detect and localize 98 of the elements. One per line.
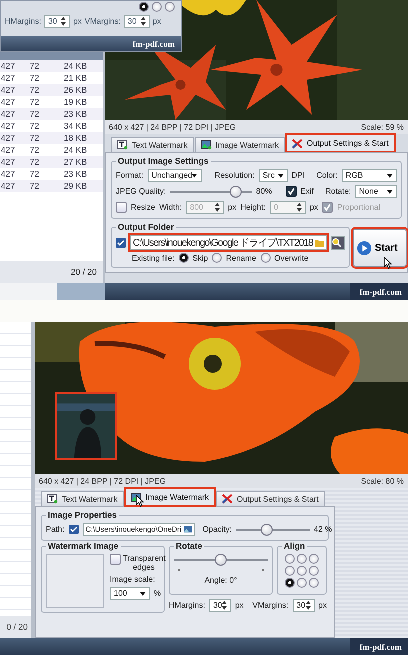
table-cell-text: 34 KB — [64, 121, 88, 131]
table-cell-text: 19 KB — [64, 97, 88, 107]
table-cell-text: 72 — [30, 133, 40, 143]
margin-field[interactable]: 30 — [292, 599, 315, 612]
start-button[interactable]: Start — [353, 229, 407, 267]
field-label: Opacity: — [202, 525, 232, 534]
field-label: Path: — [46, 525, 65, 534]
brand-label: fm-pdf.com — [350, 283, 408, 300]
tab[interactable]: Text Watermark — [111, 137, 194, 152]
table-cell-text: 72 — [30, 181, 40, 191]
table-cell-text: 427 — [1, 169, 16, 179]
table-cell-text: 24 KB — [64, 145, 88, 155]
tab[interactable]: Text Watermark — [41, 491, 124, 506]
group-title: Rotate — [174, 541, 204, 551]
tab[interactable]: Output Settings & Start — [286, 134, 395, 152]
unit-label: px — [318, 601, 327, 610]
table-cell-text: 427 — [1, 145, 16, 155]
table-cell-text: 72 — [30, 73, 40, 83]
folder-path-field[interactable]: C:\Users\inouekengo\Google ドライブ\TXT2018 — [130, 235, 327, 250]
margin-field[interactable]: 30 — [124, 15, 150, 28]
group-title: Watermark Image — [46, 541, 121, 551]
field-label: Resolution: — [214, 171, 255, 180]
slider-value: 80% — [256, 187, 272, 196]
table-cell-text: 427 — [1, 109, 16, 119]
image-info: 640 x 427 | 24 BPP | 72 DPI | JPEG — [39, 476, 166, 486]
slider-value: 42 % — [314, 525, 332, 534]
field-label: Existing file: — [132, 254, 175, 262]
table-cell-text: 72 — [30, 169, 40, 179]
table-cell-text: 427 — [1, 85, 16, 95]
zoom-scale: Scale: 80 % — [361, 476, 404, 486]
brand-label: fm-pdf.com — [350, 638, 408, 655]
format-dropdown[interactable]: Unchanged — [148, 169, 202, 182]
page-count: 20 / 20 — [71, 267, 97, 277]
table-cell-text: 427 — [1, 181, 16, 191]
radio-label: Skip — [192, 254, 208, 262]
field-label: Color: — [316, 171, 338, 180]
unit-label: % — [154, 589, 162, 598]
field-label: HMargins: — [169, 601, 206, 610]
unit-label: px — [152, 17, 162, 26]
zoom-scale: Scale: 59 % — [361, 122, 404, 132]
table-cell-text: 427 — [1, 73, 16, 83]
field-label: VMargins: — [84, 17, 121, 26]
group-title: Align — [282, 541, 308, 551]
image-info: 640 x 427 | 24 BPP | 72 DPI | JPEG — [109, 122, 236, 132]
table-cell-text: 23 KB — [64, 109, 88, 119]
checkbox-label: Resize — [131, 203, 156, 212]
field-label: HMargins: — [5, 17, 42, 26]
angle-label: Angle: 0° — [204, 576, 238, 585]
table-cell-text: 23 KB — [64, 169, 88, 179]
unit-label: px — [235, 601, 244, 610]
field-label: DPI — [292, 171, 306, 180]
group-title: Image Properties — [46, 510, 119, 520]
margin-field[interactable]: 30 — [209, 599, 232, 612]
table-cell-text: 427 — [1, 133, 16, 143]
color-dropdown[interactable]: RGB — [342, 169, 397, 182]
table-cell-text: 72 — [30, 121, 40, 131]
group-title: Output Image Settings — [116, 156, 211, 166]
checkbox-label: Exif — [300, 187, 314, 196]
table-cell-text: 72 — [30, 157, 40, 167]
page-count: 0 / 20 — [6, 622, 28, 632]
field-label: VMargins: — [252, 601, 289, 610]
table-cell-text: 27 KB — [64, 157, 88, 167]
table-cell-text: 72 — [30, 85, 40, 95]
tab[interactable]: Image Watermark — [124, 488, 215, 506]
table-cell-text: 427 — [1, 61, 16, 71]
table-cell-text: 72 — [30, 97, 40, 107]
checkbox-label: Transparent edges — [123, 554, 165, 572]
table-cell-text: 72 — [30, 145, 40, 155]
field-label: Format: — [116, 171, 144, 180]
table-cell-text: 427 — [1, 157, 16, 167]
tab[interactable]: Output Settings & Start — [216, 491, 325, 506]
table-cell-text: 427 — [1, 97, 16, 107]
table-cell-text: 72 — [30, 109, 40, 119]
field-label: Rotate: — [325, 187, 352, 196]
radio-label: Rename — [226, 254, 256, 262]
field-label: Height: — [240, 203, 266, 212]
scale-dropdown[interactable]: 100 — [110, 587, 150, 600]
resolution-dropdown[interactable]: Src — [258, 169, 288, 182]
table-cell-text: 427 — [1, 121, 16, 131]
margin-field[interactable]: 30 — [44, 15, 70, 28]
radio-label: Overwrite — [274, 254, 309, 262]
group-title: Output Folder — [116, 222, 176, 232]
table-cell-text: 72 — [30, 61, 40, 71]
table-cell-text: 24 KB — [64, 61, 88, 71]
table-cell-text: 26 KB — [64, 85, 88, 95]
tab[interactable]: Image Watermark — [194, 137, 285, 152]
table-cell-text: 21 KB — [64, 73, 88, 83]
unit-label: px — [310, 203, 318, 212]
unit-label: px — [228, 203, 237, 212]
unit-label: px — [73, 17, 82, 26]
checkbox-label: Proportional — [337, 203, 381, 212]
table-cell-text: 29 KB — [64, 181, 88, 191]
rotate-dropdown[interactable]: None — [355, 185, 397, 198]
brand-label: fm-pdf.com — [132, 38, 176, 51]
table-cell-text: 18 KB — [64, 133, 88, 143]
field-label: Width: — [159, 203, 182, 212]
field-label: JPEG Quality: — [116, 187, 166, 196]
field-label: Image scale: — [110, 575, 156, 584]
